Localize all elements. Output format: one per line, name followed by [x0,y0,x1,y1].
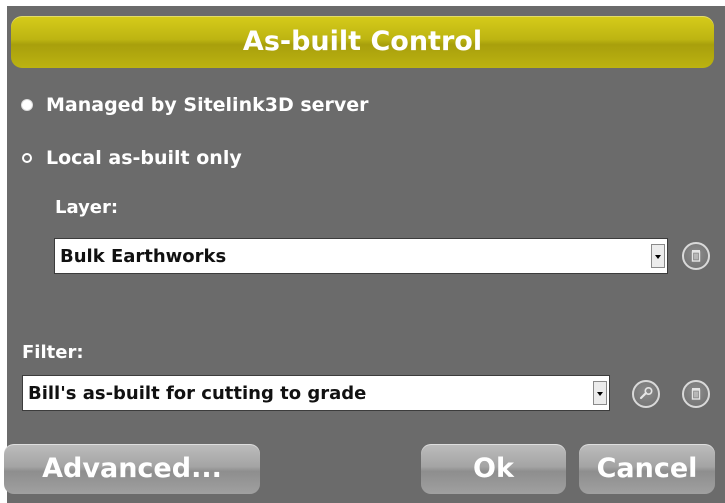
radio-selected-indicator[interactable] [22,100,32,110]
option-managed-by-server[interactable]: Managed by Sitelink3D server [22,90,369,120]
filter-value: Bill's as-built for cutting to grade [28,383,367,404]
wrench-icon[interactable] [632,380,660,408]
cancel-button[interactable]: Cancel [579,444,715,494]
filter-label: Filter: [22,342,84,363]
trash-icon[interactable] [682,242,710,270]
layer-label: Layer: [55,197,119,218]
dialog-title: As-built Control [242,26,483,57]
option-local-as-built[interactable]: Local as-built only [22,143,242,173]
chevron-down-icon[interactable] [651,244,665,268]
option-label: Managed by Sitelink3D server [46,94,369,116]
filter-dropdown[interactable]: Bill's as-built for cutting to grade [22,375,610,411]
ok-button[interactable]: Ok [421,444,566,494]
radio-unselected-indicator[interactable] [22,153,32,163]
layer-value: Bulk Earthworks [60,246,227,267]
advanced-button[interactable]: Advanced... [4,444,260,494]
layer-dropdown[interactable]: Bulk Earthworks [54,238,668,274]
title-bar: As-built Control [11,16,714,68]
chevron-down-icon[interactable] [593,381,607,405]
option-label: Local as-built only [46,147,242,169]
trash-icon[interactable] [682,380,710,408]
